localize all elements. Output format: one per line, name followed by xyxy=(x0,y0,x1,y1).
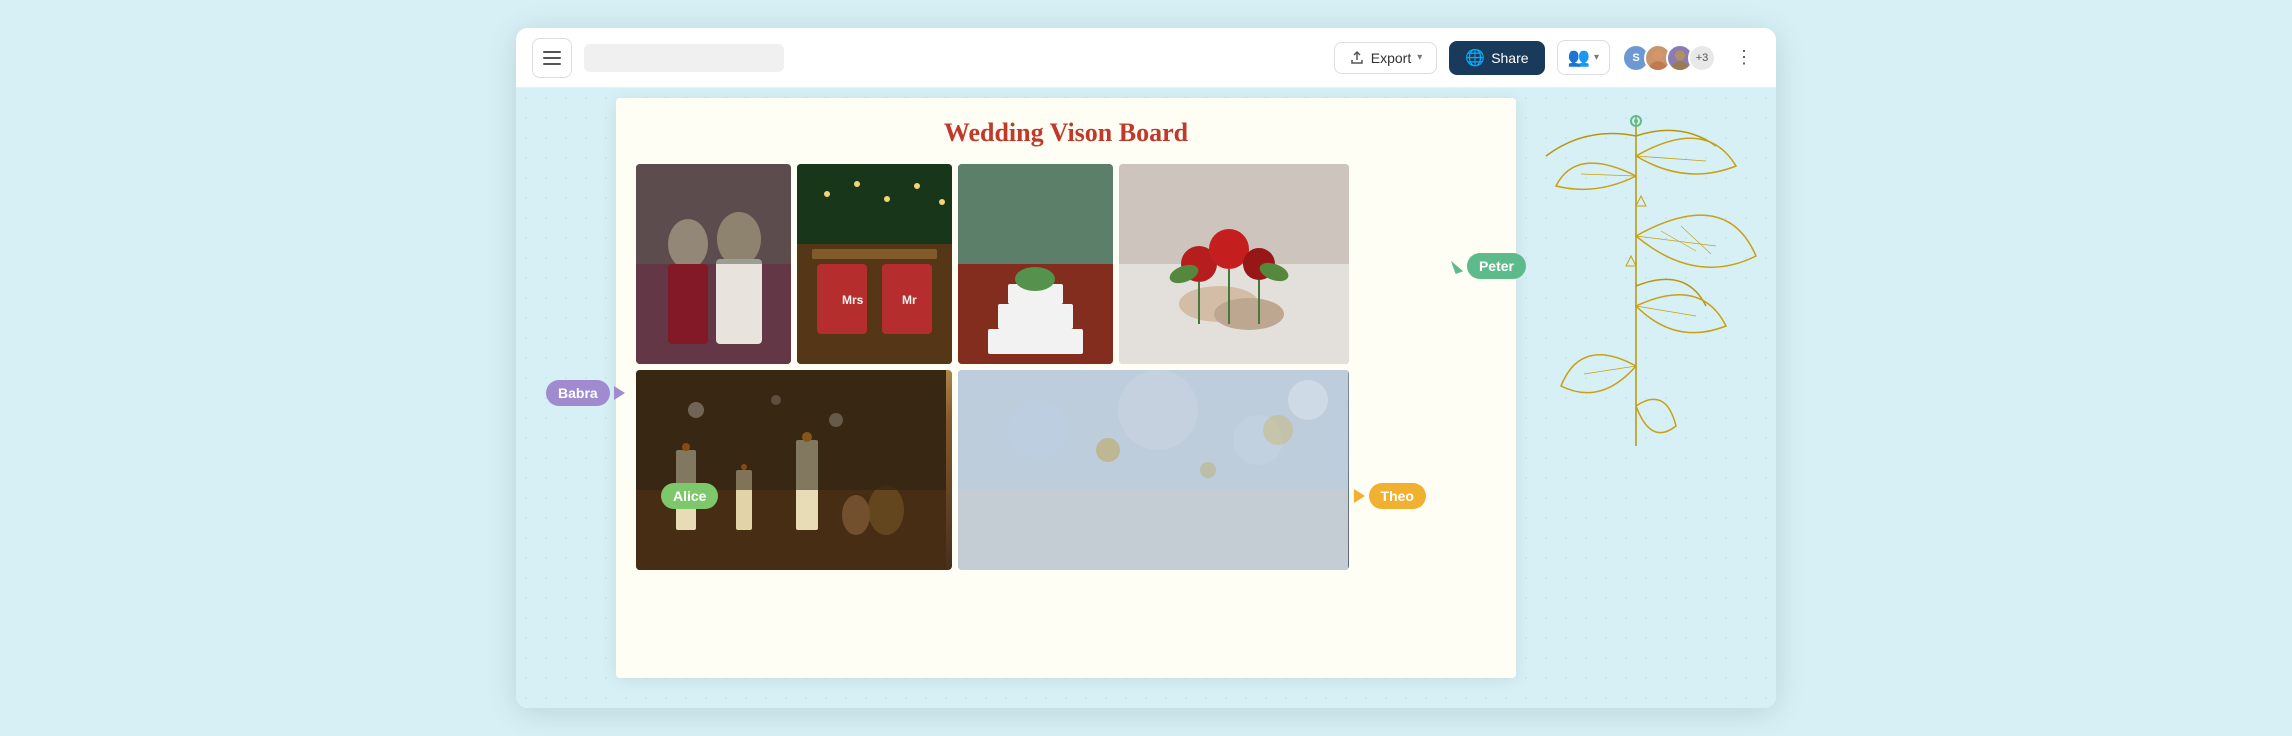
photo-winter xyxy=(958,370,1349,570)
cursor-theo: Theo xyxy=(1354,483,1426,509)
photo-table-img: Mrs Mr xyxy=(797,164,952,364)
photo-candles xyxy=(636,370,952,570)
app-window: Export ▾ 🌐 Share 👥 ▾ S xyxy=(516,28,1776,708)
chevron-down-icon: ▾ xyxy=(1417,52,1422,63)
svg-text:Mrs: Mrs xyxy=(842,293,864,307)
cursor-alice: Alice xyxy=(661,483,718,509)
photo-winter-img xyxy=(958,370,1348,570)
cursor-peter: Peter xyxy=(1453,253,1526,279)
babra-bubble-label: Babra xyxy=(546,380,610,406)
botanical-decoration xyxy=(1506,106,1766,466)
breadcrumb xyxy=(584,44,784,72)
collab-chevron-icon: ▾ xyxy=(1594,52,1599,63)
photo-cake-img xyxy=(958,164,1113,364)
theo-cursor-icon xyxy=(1354,489,1365,503)
collab-icon: 👥 xyxy=(1568,47,1590,68)
peter-bubble-label: Peter xyxy=(1467,253,1526,279)
photo-grid: Mrs Mr xyxy=(636,164,1496,570)
share-button[interactable]: 🌐 Share xyxy=(1449,41,1544,75)
alice-bubble-label: Alice xyxy=(661,483,718,509)
share-label: Share xyxy=(1491,50,1528,66)
photo-bouquet xyxy=(1119,164,1349,364)
export-icon xyxy=(1349,50,1365,66)
export-button[interactable]: Export ▾ xyxy=(1334,42,1438,74)
avatar-count: +3 xyxy=(1688,44,1716,72)
photo-cake xyxy=(958,164,1113,364)
babra-cursor-icon xyxy=(614,386,625,400)
export-label: Export xyxy=(1371,50,1411,66)
vision-board: Wedding Vison Board xyxy=(616,98,1516,678)
avatar-s-label: S xyxy=(1632,52,1639,64)
photo-bridesmaids-img xyxy=(636,164,791,364)
globe-icon: 🌐 xyxy=(1465,48,1485,68)
board-title: Wedding Vison Board xyxy=(636,118,1496,148)
photo-bridesmaids xyxy=(636,164,791,364)
hamburger-line-2 xyxy=(543,57,561,59)
cursor-babra: Babra xyxy=(546,380,625,406)
canvas-area[interactable]: Wedding Vison Board xyxy=(516,88,1776,708)
hamburger-line-3 xyxy=(543,63,561,65)
collab-button[interactable]: 👥 ▾ xyxy=(1557,40,1610,75)
photo-bouquet-img xyxy=(1119,164,1349,364)
hamburger-line-1 xyxy=(543,51,561,53)
more-options-button[interactable]: ⋮ xyxy=(1728,42,1760,74)
photo-table: Mrs Mr xyxy=(797,164,952,364)
toolbar: Export ▾ 🌐 Share 👥 ▾ S xyxy=(516,28,1776,88)
theo-bubble-label: Theo xyxy=(1369,483,1426,509)
photo-candles-img xyxy=(636,370,946,570)
svg-text:Mr: Mr xyxy=(902,293,917,307)
menu-button[interactable] xyxy=(532,38,572,78)
avatars-group: S +3 xyxy=(1622,44,1716,72)
more-icon: ⋮ xyxy=(1735,47,1753,68)
peter-cursor-icon xyxy=(1451,258,1463,274)
